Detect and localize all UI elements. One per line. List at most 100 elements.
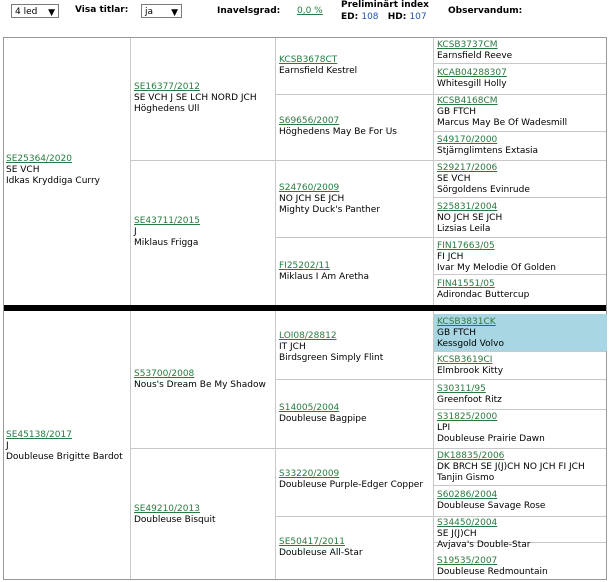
ancestor-reg-link[interactable]: KCAB04288307 xyxy=(437,68,507,79)
gen4-cell: KCSB3737CM Earnsfield Reeve xyxy=(437,40,512,62)
ancestor-name: Miklaus Frigga xyxy=(134,238,199,248)
ancestor-reg-link[interactable]: KCSB3831CK xyxy=(437,317,504,328)
ancestor-name: Earnsfield Reeve xyxy=(437,51,513,61)
ancestor-reg-link[interactable]: KCSB4168CM xyxy=(437,96,567,107)
ancestor-reg-link[interactable]: SE50417/2011 xyxy=(279,537,363,548)
ancestor-reg-link[interactable]: LOI08/28812 xyxy=(279,331,383,342)
row-divider xyxy=(434,351,606,352)
ancestor-reg-link[interactable]: FIN17663/05 xyxy=(437,241,556,252)
ancestor-name: Doubleuse Savage Rose xyxy=(437,501,546,511)
ancestor-reg-link[interactable]: S31825/2000 xyxy=(437,412,545,423)
ancestor-reg-link[interactable]: S34450/2004 xyxy=(437,518,530,529)
ancestor-reg-link[interactable]: S19535/2007 xyxy=(437,556,548,567)
dam-titles: J xyxy=(6,441,9,451)
dam-dam-cell: SE49210/2013 Doubleuse Bisquit xyxy=(134,504,216,526)
ancestor-reg-link[interactable]: S49170/2000 xyxy=(437,135,538,146)
inbreeding-label: Inavelsgrad: xyxy=(217,6,281,16)
gen3-cell: S69656/2007 Höghedens May Be For Us xyxy=(279,116,397,138)
row-divider xyxy=(276,237,606,238)
gen4-cell: S34450/2004 SE J(J)CH Avjava's Double-St… xyxy=(437,518,530,551)
ancestor-name: Doubleuse Prairie Dawn xyxy=(437,434,545,444)
ancestor-reg-link[interactable]: SE16377/2012 xyxy=(134,82,257,93)
ancestor-reg-link[interactable]: S30311/95 xyxy=(437,384,502,395)
sire-name: Idkas Kryddiga Curry xyxy=(6,176,100,186)
row-divider xyxy=(131,448,606,449)
generations-select[interactable]: 4 led ▼ xyxy=(11,4,59,18)
ancestor-reg-link[interactable]: KCSB3619CI xyxy=(437,355,503,366)
ancestor-reg-link[interactable]: KCSB3678CT xyxy=(279,55,357,66)
ancestor-name: Whitesgill Holly xyxy=(437,79,507,89)
ancestor-name: Doubleuse Purple-Edger Copper xyxy=(279,480,424,490)
ed-index: ED: 108 HD: 107 xyxy=(341,12,427,22)
gen3-cell: S14005/2004 Doubleuse Bagpipe xyxy=(279,403,367,425)
gen3-cell: FI25202/11 Miklaus I Am Aretha xyxy=(279,261,369,283)
dam-reg-link[interactable]: SE45138/2017 xyxy=(6,430,123,441)
dam-cell: SE45138/2017 J Doubleuse Brigitte Bardot xyxy=(6,430,123,463)
inbreeding-link[interactable]: 0,0 % xyxy=(297,6,323,16)
ancestor-reg-link[interactable]: S25831/2004 xyxy=(437,202,502,213)
ancestor-reg-link[interactable]: S60286/2004 xyxy=(437,490,545,501)
ancestor-reg-link[interactable]: S29217/2006 xyxy=(437,163,530,174)
row-divider xyxy=(131,160,606,161)
row-divider xyxy=(434,63,606,64)
ancestor-titles: SE J(J)CH xyxy=(437,529,477,539)
ancestor-name: Ivar My Melodie Of Golden xyxy=(437,263,556,273)
row-divider xyxy=(434,274,606,275)
ancestor-name: Höghedens May Be For Us xyxy=(279,127,397,137)
chevron-down-icon: ▼ xyxy=(48,8,55,18)
gen3-cell: LOI08/28812 IT JCH Birdsgreen Simply Fli… xyxy=(279,331,383,364)
ancestor-reg-link[interactable]: S53700/2008 xyxy=(134,369,266,380)
gen3-cell: S33220/2009 Doubleuse Purple-Edger Coppe… xyxy=(279,469,423,491)
ancestor-name: Miklaus I Am Aretha xyxy=(279,272,369,282)
titles-label: Visa titlar: xyxy=(75,5,129,15)
ancestor-reg-link[interactable]: S33220/2009 xyxy=(279,469,423,480)
ancestor-titles: LPI xyxy=(437,423,451,433)
gen4-cell: KCSB3619CI Elmbrook Kitty xyxy=(437,355,503,377)
hd-value: 107 xyxy=(409,12,427,22)
ancestor-name: Kessgold Volvo xyxy=(437,339,504,349)
ancestor-titles: NO JCH SE JCH xyxy=(437,213,503,223)
observandum-label: Observandum: xyxy=(448,6,523,16)
gen4-cell: KCSB3831CK GB FTCH Kessgold Volvo xyxy=(437,317,504,350)
ancestor-name: Höghedens Ull xyxy=(134,104,200,114)
ancestor-titles: J xyxy=(134,227,137,237)
ancestor-reg-link[interactable]: S14005/2004 xyxy=(279,403,367,414)
sire-titles: SE VCH xyxy=(6,165,40,175)
ancestor-name: Doubleuse All-Star xyxy=(279,548,363,558)
ancestor-titles: SE VCH J SE LCH NORD JCH xyxy=(134,93,257,103)
ed-label: ED: xyxy=(341,12,359,22)
ancestor-reg-link[interactable]: S69656/2007 xyxy=(279,116,397,127)
ancestor-name: Birdsgreen Simply Flint xyxy=(279,353,384,363)
row-divider xyxy=(434,197,606,198)
sire-dam-cell: SE43711/2015 J Miklaus Frigga xyxy=(134,216,200,249)
sire-sire-cell: SE16377/2012 SE VCH J SE LCH NORD JCH Hö… xyxy=(134,82,257,115)
ancestor-name: Doubleuse Redmountain xyxy=(437,567,548,577)
titles-select-value: ja xyxy=(145,7,154,17)
gen4-cell: FIN17663/05 FI JCH Ivar My Melodie Of Go… xyxy=(437,241,556,274)
ancestor-reg-link[interactable]: KCSB3737CM xyxy=(437,40,512,51)
ancestor-reg-link[interactable]: S24760/2009 xyxy=(279,183,380,194)
ancestor-reg-link[interactable]: FIN41551/05 xyxy=(437,279,529,290)
ancestor-name: Avjava's Double-Star xyxy=(437,540,531,550)
dam-name: Doubleuse Brigitte Bardot xyxy=(6,452,123,462)
sire-cell: SE25364/2020 SE VCH Idkas Kryddiga Curry xyxy=(6,154,100,187)
ancestor-reg-link[interactable]: SE49210/2013 xyxy=(134,504,216,515)
ancestor-titles: GB FTCH xyxy=(437,328,477,338)
ancestor-titles: GB FTCH xyxy=(437,107,477,117)
gen4-cell: S19535/2007 Doubleuse Redmountain xyxy=(437,556,548,578)
sire-reg-link[interactable]: SE25364/2020 xyxy=(6,154,100,165)
titles-select[interactable]: ja ▼ xyxy=(141,4,182,18)
gen4-cell: S49170/2000 Stjärnglimtens Extasia xyxy=(437,135,538,157)
gen4-cell: S25831/2004 NO JCH SE JCH Lizsias Leila xyxy=(437,202,502,235)
row-divider xyxy=(434,485,606,486)
ancestor-reg-link[interactable]: SE43711/2015 xyxy=(134,216,200,227)
ancestor-name: Tanjin Gismo xyxy=(437,473,495,483)
ancestor-name: Elmbrook Kitty xyxy=(437,366,504,376)
row-divider xyxy=(276,516,606,517)
gen4-cell: S30311/95 Greenfoot Ritz xyxy=(437,384,502,406)
gen4-cell: S31825/2000 LPI Doubleuse Prairie Dawn xyxy=(437,412,545,445)
ancestor-reg-link[interactable]: FI25202/11 xyxy=(279,261,369,272)
ancestor-titles: DK BRCH SE J(J)CH NO JCH FI JCH xyxy=(437,462,585,472)
ancestor-reg-link[interactable]: DK18835/2006 xyxy=(437,451,585,462)
gen4-cell: KCAB04288307 Whitesgill Holly xyxy=(437,68,507,90)
